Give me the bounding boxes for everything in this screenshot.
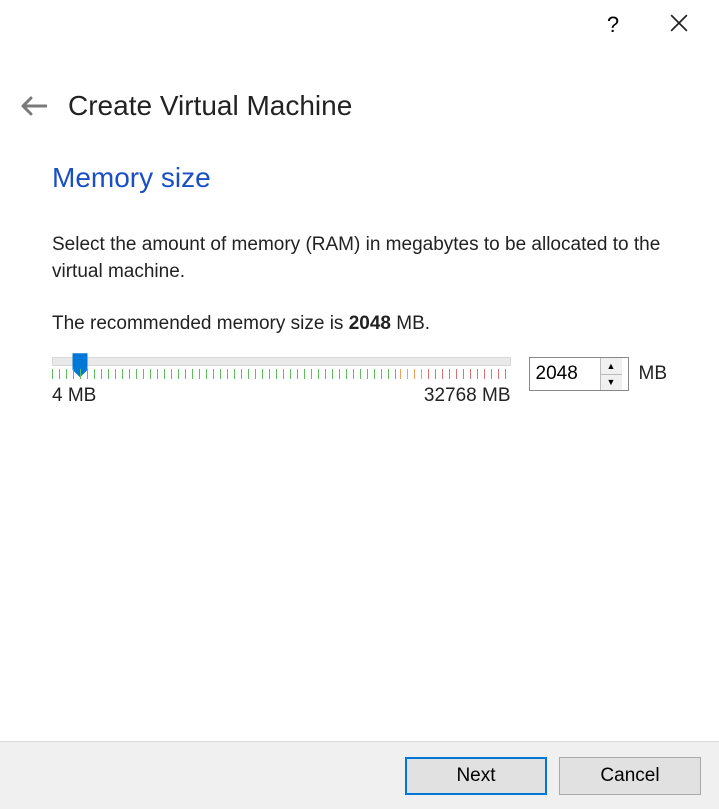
help-icon[interactable]: ?	[595, 12, 631, 38]
memory-spinner-box: ▲ ▼	[529, 357, 629, 391]
wizard-title: Create Virtual Machine	[68, 90, 352, 122]
spinner-down-button[interactable]: ▼	[601, 375, 622, 391]
wizard-content: Memory size Select the amount of memory …	[0, 122, 719, 407]
slider-track	[52, 357, 511, 366]
wizard-header: Create Virtual Machine	[0, 50, 719, 122]
spinner-buttons: ▲ ▼	[600, 358, 622, 390]
memory-spinner: ▲ ▼ MB	[529, 357, 668, 391]
wizard-footer: Next Cancel	[0, 741, 719, 809]
slider-ticks	[52, 369, 511, 379]
memory-unit: MB	[639, 363, 668, 385]
slider-zone-danger	[428, 369, 511, 379]
recommend-suffix: MB.	[391, 313, 430, 334]
back-icon[interactable]	[20, 96, 48, 116]
titlebar: ?	[0, 0, 719, 50]
recommended-text: The recommended memory size is 2048 MB.	[52, 313, 667, 335]
slider-labels: 4 MB 32768 MB	[52, 385, 511, 407]
cancel-button[interactable]: Cancel	[559, 757, 701, 795]
slider-max-label: 32768 MB	[424, 385, 511, 407]
recommend-value: 2048	[349, 313, 391, 334]
slider-min-label: 4 MB	[52, 385, 96, 407]
spinner-up-button[interactable]: ▲	[601, 358, 622, 375]
slider-zone-safe	[52, 369, 400, 379]
memory-input[interactable]	[530, 358, 600, 390]
close-icon[interactable]	[661, 14, 697, 37]
step-title: Memory size	[52, 162, 667, 194]
next-button[interactable]: Next	[405, 757, 547, 795]
recommend-prefix: The recommended memory size is	[52, 313, 349, 334]
memory-control-row: 4 MB 32768 MB ▲ ▼ MB	[52, 357, 667, 407]
memory-slider[interactable]: 4 MB 32768 MB	[52, 357, 511, 407]
slider-zone-warn	[400, 369, 428, 379]
step-description: Select the amount of memory (RAM) in meg…	[52, 232, 667, 285]
